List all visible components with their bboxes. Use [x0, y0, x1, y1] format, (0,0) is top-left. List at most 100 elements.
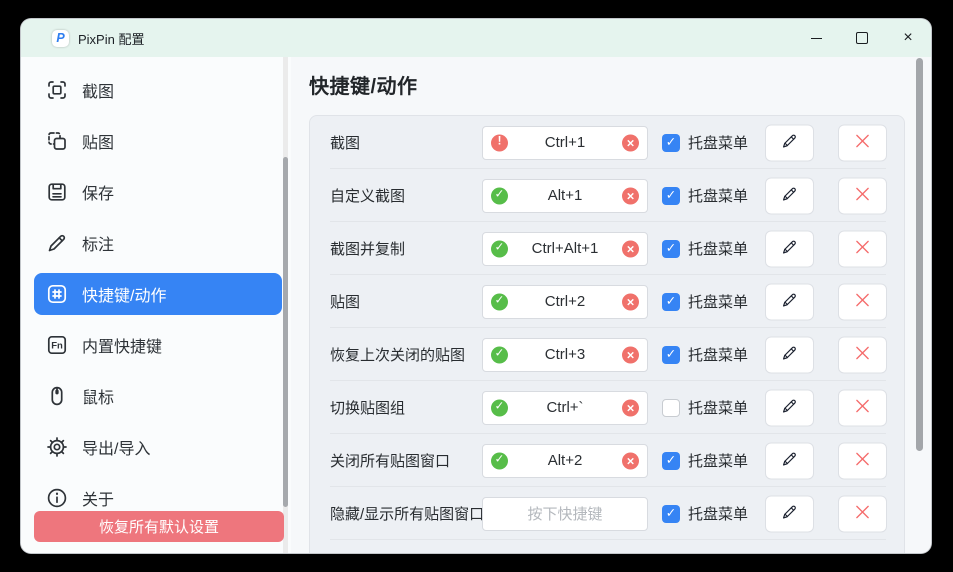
hotkey-input[interactable]: 按下快捷键 [482, 497, 648, 531]
tray-menu-checkbox[interactable]: ✓ [662, 452, 680, 470]
delete-hotkey-button[interactable] [838, 495, 887, 532]
hotkey-row-1: 自定义截图 ✓ Alt+1 × ✓ 托盘菜单 [310, 169, 904, 222]
close-icon: × [903, 30, 912, 46]
delete-hotkey-button[interactable] [838, 442, 887, 479]
titlebar[interactable]: P PixPin 配置 × [21, 19, 931, 57]
sidebar-scrollbar-thumb[interactable] [283, 157, 288, 507]
clear-hotkey-icon[interactable]: × [622, 187, 639, 204]
edit-hotkey-button[interactable] [765, 230, 814, 267]
sidebar-item-1[interactable]: 贴图 [34, 120, 282, 162]
edit-hotkey-button[interactable] [765, 442, 814, 479]
window-body: 截图 贴图 保存 标注 快捷键/动作 Fn 内置快捷键 鼠标 [21, 57, 931, 553]
delete-hotkey-button[interactable] [838, 124, 887, 161]
mouse-icon [45, 384, 69, 408]
hotkey-status-icon: ✓ [491, 399, 508, 416]
tray-menu-label: 托盘菜单 [688, 132, 748, 153]
tray-menu-label: 托盘菜单 [688, 450, 748, 471]
tray-menu-label: 托盘菜单 [688, 291, 748, 312]
hotkey-input[interactable]: ! Ctrl+1 × [482, 126, 648, 160]
edit-hotkey-button[interactable] [765, 177, 814, 214]
fn-key-icon: Fn [45, 333, 69, 357]
checkmark-icon: ✓ [666, 295, 676, 308]
hotkey-row-7: 隐藏/显示所有贴图窗口 按下快捷键 ✓ 托盘菜单 [310, 487, 904, 540]
pencil-icon [780, 503, 799, 525]
window-title: PixPin 配置 [78, 29, 144, 48]
svg-text:Fn: Fn [51, 341, 63, 352]
tray-menu-checkbox[interactable]: ✓ [662, 187, 680, 205]
edit-hotkey-button[interactable] [765, 283, 814, 320]
sidebar-item-7[interactable]: 导出/导入 [34, 426, 282, 468]
delete-x-icon [853, 344, 872, 366]
clear-hotkey-icon[interactable]: × [622, 452, 639, 469]
action-label: 截图并复制 [330, 238, 405, 259]
hotkey-input[interactable]: ✓ Alt+1 × [482, 179, 648, 213]
hotkey-status-icon: ! [491, 134, 508, 151]
sidebar-item-0[interactable]: 截图 [34, 69, 282, 111]
clear-hotkey-icon[interactable]: × [622, 293, 639, 310]
tray-menu-checkbox[interactable]: ✓ [662, 240, 680, 258]
hotkey-value: Ctrl+2 [545, 293, 585, 310]
hotkey-status-icon: ✓ [491, 452, 508, 469]
edit-hotkey-button[interactable] [765, 389, 814, 426]
tray-menu-checkbox[interactable]: ✓ [662, 134, 680, 152]
delete-hotkey-button[interactable] [838, 336, 887, 373]
close-button[interactable]: × [885, 19, 931, 57]
hotkey-status-icon: ✓ [491, 187, 508, 204]
checkmark-icon: ✓ [666, 242, 676, 255]
maximize-button[interactable] [839, 19, 885, 57]
action-label: 贴图 [330, 291, 360, 312]
hotkey-row-2: 截图并复制 ✓ Ctrl+Alt+1 × ✓ 托盘菜单 [310, 222, 904, 275]
edit-hotkey-button[interactable] [765, 124, 814, 161]
delete-x-icon [853, 132, 872, 154]
tray-menu-checkbox[interactable]: ✓ [662, 505, 680, 523]
clear-hotkey-icon[interactable]: × [622, 399, 639, 416]
hotkey-panel: 截图 ! Ctrl+1 × ✓ 托盘菜单 [309, 115, 905, 553]
clear-hotkey-icon[interactable]: × [622, 240, 639, 257]
delete-x-icon [853, 238, 872, 260]
sidebar-item-3[interactable]: 标注 [34, 222, 282, 264]
sidebar-item-4[interactable]: 快捷键/动作 [34, 273, 282, 315]
hotkey-value: Alt+1 [548, 187, 583, 204]
minimize-icon [811, 38, 822, 39]
tray-menu-checkbox[interactable]: ✓ [662, 346, 680, 364]
sidebar-item-5[interactable]: Fn 内置快捷键 [34, 324, 282, 366]
sidebar-item-6[interactable]: 鼠标 [34, 375, 282, 417]
hotkey-input[interactable]: ✓ Ctrl+2 × [482, 285, 648, 319]
hotkey-status-icon: ✓ [491, 240, 508, 257]
action-label: 关闭所有贴图窗口 [330, 450, 450, 471]
pencil-icon [780, 132, 799, 154]
hotkey-row-3: 贴图 ✓ Ctrl+2 × ✓ 托盘菜单 [310, 275, 904, 328]
main-scrollbar-thumb[interactable] [916, 58, 923, 451]
hotkey-value: Ctrl+` [546, 399, 583, 416]
reset-all-defaults-button[interactable]: 恢复所有默认设置 [34, 511, 284, 542]
hotkey-value: Ctrl+Alt+1 [532, 240, 599, 257]
pencil-icon [780, 185, 799, 207]
hotkey-value: Ctrl+1 [545, 134, 585, 151]
delete-hotkey-button[interactable] [838, 283, 887, 320]
edit-hotkey-button[interactable] [765, 495, 814, 532]
clear-hotkey-icon[interactable]: × [622, 134, 639, 151]
delete-hotkey-button[interactable] [838, 389, 887, 426]
tray-menu-checkbox[interactable] [662, 399, 680, 417]
checkmark-icon: ✓ [666, 136, 676, 149]
tray-menu-checkbox[interactable]: ✓ [662, 293, 680, 311]
clear-hotkey-icon[interactable]: × [622, 346, 639, 363]
tray-menu-label: 托盘菜单 [688, 238, 748, 259]
hotkey-hash-icon [45, 282, 69, 306]
checkmark-icon: ✓ [666, 454, 676, 467]
hotkey-input[interactable]: ✓ Alt+2 × [482, 444, 648, 478]
hotkey-input[interactable]: ✓ Ctrl+` × [482, 391, 648, 425]
action-label: 隐藏/显示所有贴图窗口 [330, 503, 484, 524]
hotkey-input[interactable]: ✓ Ctrl+Alt+1 × [482, 232, 648, 266]
edit-hotkey-button[interactable] [765, 336, 814, 373]
delete-x-icon [853, 185, 872, 207]
delete-hotkey-button[interactable] [838, 177, 887, 214]
sidebar-item-2[interactable]: 保存 [34, 171, 282, 213]
hotkey-input[interactable]: ✓ Ctrl+3 × [482, 338, 648, 372]
paste-pin-icon [45, 129, 69, 153]
delete-hotkey-button[interactable] [838, 230, 887, 267]
minimize-button[interactable] [793, 19, 839, 57]
pixpin-logo-icon: P [52, 30, 69, 47]
hotkey-status-icon: ✓ [491, 346, 508, 363]
pencil-icon [780, 344, 799, 366]
